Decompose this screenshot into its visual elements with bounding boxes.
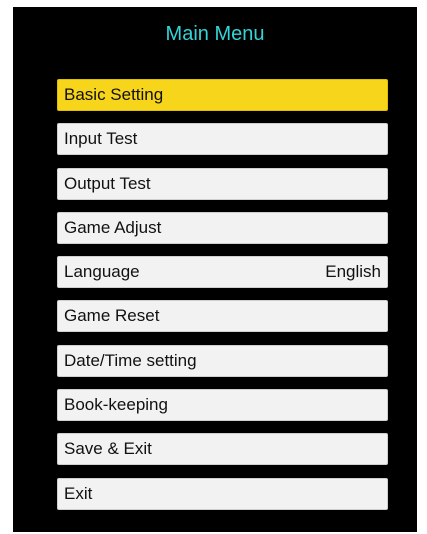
menu-item-output-test[interactable]: Output Test: [57, 167, 388, 200]
menu-item-save-exit[interactable]: Save & Exit: [57, 433, 388, 466]
menu-item-label: Game Adjust: [64, 217, 162, 237]
menu-title: Main Menu: [165, 23, 265, 45]
menu-item-label: Language: [64, 262, 140, 282]
menu-item-label: Book-keeping: [64, 395, 168, 415]
menu-screen: Main Menu Basic Setting Input Test Outpu…: [13, 7, 417, 532]
menu-item-label: Date/Time setting: [64, 350, 197, 370]
main-menu: Basic Setting Input Test Output Test Gam…: [57, 79, 388, 522]
menu-item-label: Output Test: [64, 173, 151, 193]
menu-item-label: Basic Setting: [64, 85, 164, 104]
menu-item-label: Input Test: [64, 129, 138, 149]
menu-item-game-reset[interactable]: Game Reset: [57, 300, 388, 333]
menu-item-label: Save & Exit: [64, 439, 152, 459]
menu-item-exit[interactable]: Exit: [57, 477, 388, 510]
menu-item-label: Game Reset: [64, 306, 160, 326]
menu-item-language[interactable]: Language English: [57, 256, 388, 289]
menu-item-input-test[interactable]: Input Test: [57, 123, 388, 156]
menu-item-label: Exit: [64, 483, 93, 503]
language-value: English: [325, 262, 381, 282]
menu-item-book-keeping[interactable]: Book-keeping: [57, 389, 388, 422]
menu-item-date-time-setting[interactable]: Date/Time setting: [57, 344, 388, 377]
menu-item-basic-setting[interactable]: Basic Setting: [57, 79, 388, 111]
menu-item-game-adjust[interactable]: Game Adjust: [57, 211, 388, 244]
